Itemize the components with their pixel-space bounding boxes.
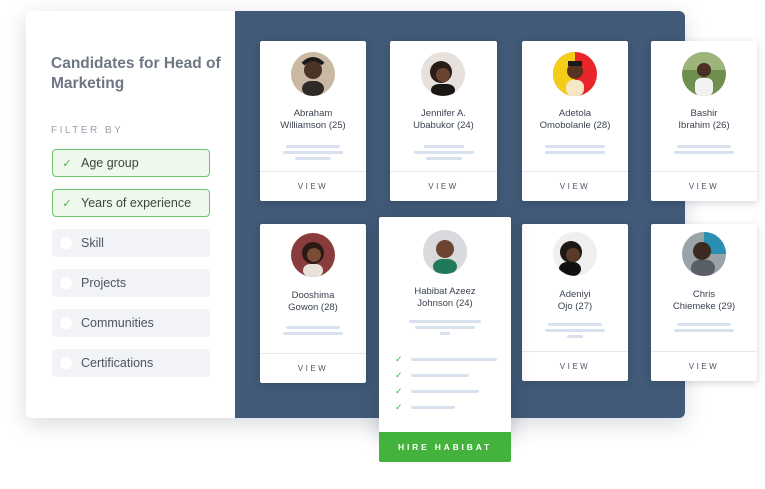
filter-heading: FILTER BY <box>51 125 124 136</box>
radio-icon <box>60 317 72 329</box>
candidate-card[interactable]: Chris Chiemeke (29) VIEW <box>651 224 757 381</box>
filter-certifications[interactable]: Certifications <box>52 349 210 377</box>
check-icon: ✓ <box>395 369 403 380</box>
avatar <box>291 233 335 277</box>
placeholder-line <box>283 151 343 154</box>
candidate-name-age: Chiemeke (29) <box>672 301 736 312</box>
candidate-card[interactable]: Dooshima Gowon (28) VIEW <box>260 224 366 383</box>
candidate-name-age: Johnson (24) <box>417 298 473 309</box>
placeholder-line <box>411 357 497 361</box>
radio-icon <box>60 357 72 369</box>
page-title: Candidates for Head of Marketing <box>51 55 221 92</box>
candidate-name: Adeniyi <box>559 289 591 300</box>
placeholder-line <box>411 373 469 377</box>
placeholder-line <box>409 320 481 323</box>
placeholder-line <box>286 145 340 148</box>
placeholder-line <box>295 157 331 160</box>
check-icon: ✓ <box>62 157 72 170</box>
filter-label: Skill <box>81 236 104 250</box>
placeholder-line <box>440 332 450 335</box>
candidate-card[interactable]: Adetola Omobolanle (28) VIEW <box>522 41 628 201</box>
view-button[interactable]: VIEW <box>522 351 628 381</box>
filter-label: Communities <box>81 316 154 330</box>
placeholder-line <box>545 145 605 148</box>
filter-label: Years of experience <box>81 196 192 210</box>
candidate-name-age: Ojo (27) <box>557 301 593 312</box>
placeholder-line <box>677 145 731 148</box>
view-button[interactable]: VIEW <box>390 171 497 201</box>
placeholder-line <box>424 145 464 148</box>
check-icon: ✓ <box>395 353 403 364</box>
filter-age-group[interactable]: ✓ Age group <box>52 149 210 177</box>
candidate-name-age: Omobolanle (28) <box>539 120 611 131</box>
checklist-item: ✓ <box>395 402 455 412</box>
candidate-card[interactable]: Bashir Ibrahim (26) VIEW <box>651 41 757 201</box>
candidate-name: Jennifer A. <box>421 108 466 119</box>
check-icon: ✓ <box>395 385 403 396</box>
avatar <box>682 52 726 96</box>
placeholder-line <box>426 157 462 160</box>
view-button[interactable]: VIEW <box>651 171 757 201</box>
candidate-card[interactable]: Adeniyi Ojo (27) VIEW <box>522 224 628 381</box>
placeholder-line <box>414 151 474 154</box>
check-icon: ✓ <box>395 401 403 412</box>
placeholder-line <box>286 326 340 329</box>
avatar <box>682 232 726 276</box>
hire-button[interactable]: HIRE HABIBAT <box>379 432 511 462</box>
candidate-name-age: Williamson (25) <box>280 120 346 131</box>
placeholder-line <box>411 389 479 393</box>
radio-icon <box>60 277 72 289</box>
placeholder-line <box>545 151 605 154</box>
candidate-name-age: Ibrahim (26) <box>678 120 730 131</box>
filter-label: Projects <box>81 276 127 290</box>
filter-skill[interactable]: Skill <box>52 229 210 257</box>
view-button[interactable]: VIEW <box>522 171 628 201</box>
candidate-name-age: Ubabukor (24) <box>413 120 474 131</box>
avatar <box>421 52 465 96</box>
avatar <box>553 232 597 276</box>
placeholder-line <box>674 151 734 154</box>
checklist-item: ✓ <box>395 370 469 380</box>
filter-years-of-experience[interactable]: ✓ Years of experience <box>52 189 210 217</box>
view-button[interactable]: VIEW <box>260 353 366 383</box>
check-icon: ✓ <box>62 197 72 210</box>
placeholder-line <box>411 405 455 409</box>
checklist-item: ✓ <box>395 386 479 396</box>
view-button[interactable]: VIEW <box>651 351 757 381</box>
filter-panel: Candidates for Head of Marketing FILTER … <box>26 11 235 418</box>
filter-projects[interactable]: Projects <box>52 269 210 297</box>
filter-label: Age group <box>81 156 139 170</box>
checklist-item: ✓ <box>395 354 497 364</box>
placeholder-line <box>567 335 583 338</box>
placeholder-line <box>674 329 734 332</box>
placeholder-line <box>545 329 605 332</box>
candidate-name: Habibat Azeez <box>414 286 476 297</box>
radio-icon <box>60 237 72 249</box>
candidate-card[interactable]: Abraham Williamson (25) VIEW <box>260 41 366 201</box>
candidate-name: Dooshima <box>291 290 335 301</box>
candidate-name-age: Gowon (28) <box>288 302 338 313</box>
view-button[interactable]: VIEW <box>260 171 366 201</box>
avatar <box>553 52 597 96</box>
featured-candidate-card[interactable]: Habibat Azeez Johnson (24) ✓ ✓ ✓ ✓ <box>379 217 511 432</box>
placeholder-line <box>283 332 343 335</box>
filter-communities[interactable]: Communities <box>52 309 210 337</box>
avatar <box>291 52 335 96</box>
candidate-name: Adetola <box>558 108 592 119</box>
placeholder-line <box>415 326 475 329</box>
filter-label: Certifications <box>81 356 154 370</box>
candidate-name: Chris <box>692 289 716 300</box>
placeholder-line <box>548 323 602 326</box>
candidate-card[interactable]: Jennifer A. Ubabukor (24) VIEW <box>390 41 497 201</box>
candidate-name: Abraham <box>293 108 333 119</box>
candidate-name: Bashir <box>690 108 718 119</box>
avatar <box>423 230 467 274</box>
placeholder-line <box>677 323 731 326</box>
